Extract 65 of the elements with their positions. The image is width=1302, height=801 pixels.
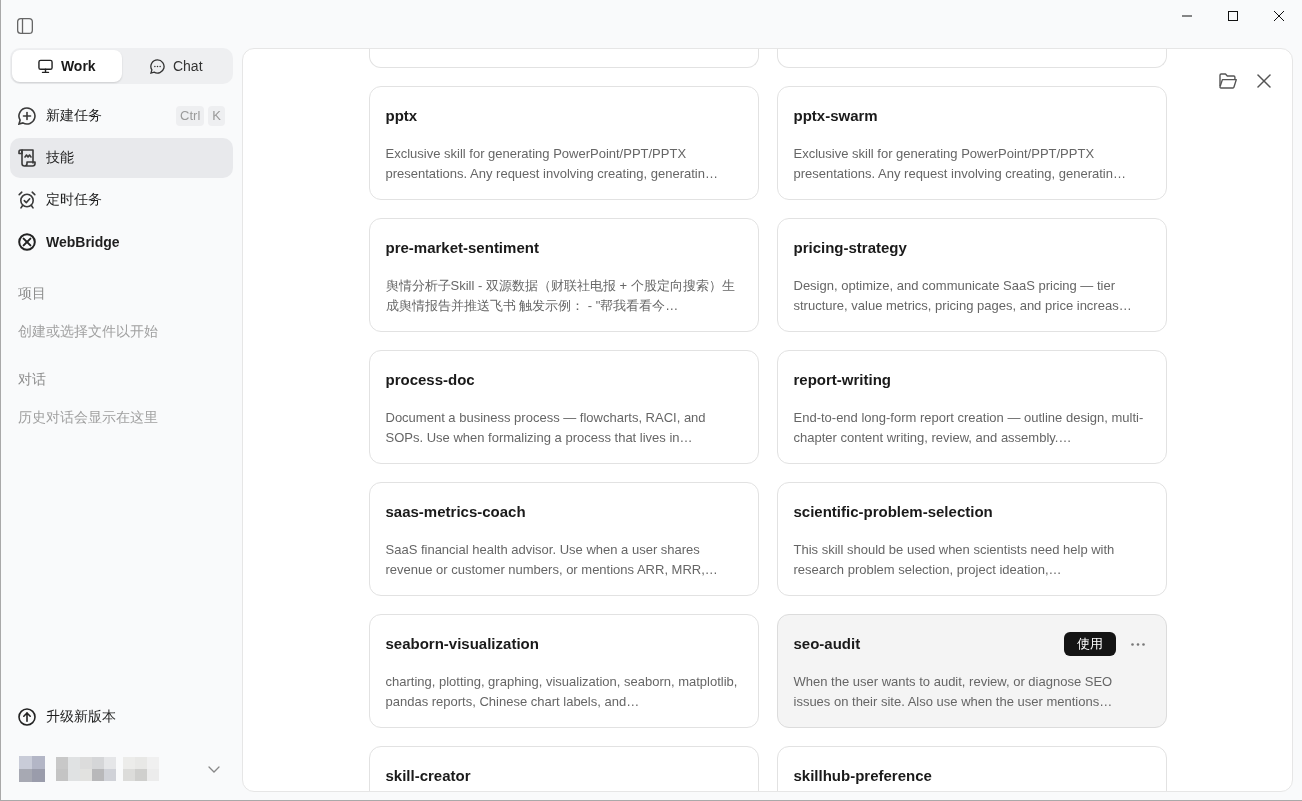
skill-card[interactable]: skill-creator — [368, 746, 759, 791]
skill-card[interactable]: seaborn-visualization charting, plotting, graphing, visualization, seaborn, matplotlib, pandas reports, Chinese chart labels, and… — [368, 614, 759, 728]
upgrade-item[interactable]: 升级新版本 — [10, 697, 233, 737]
skill-title: process-doc — [385, 370, 475, 390]
nav-item[interactable]: 新建任务 Ctrl K — [10, 96, 233, 136]
skill-card[interactable]: report-writing End-to-end long-form report creation — outline design, multi-chapter content writing, review, and assembly.… — [776, 350, 1167, 464]
chevron-down-icon[interactable] — [208, 765, 220, 773]
skill-description: 舆情分析子Skill - 双源数据（财联社电报 + 个股定向搜索）生成舆情报告并推送飞书 触发示例： - "帮我看看今… — [385, 277, 736, 315]
sidebar-toggle-icon[interactable] — [17, 18, 33, 34]
nav-item[interactable]: 技能 — [10, 138, 233, 178]
chat-bubble-icon — [149, 58, 165, 74]
skill-description: Exclusive skill for generating PowerPoint/PPT/PPTX presentations. Any request involving creating, generatin… — [385, 145, 719, 183]
skill-card[interactable]: pricing-strategy Design, optimize, and communicate SaaS pricing — tier structure, value metrics, pricing pages, and price increas… — [776, 218, 1167, 332]
skill-title: skill-creator — [385, 766, 471, 786]
nav-item[interactable]: WebBridge — [10, 222, 233, 262]
skill-title: scientific-problem-selection — [793, 502, 993, 522]
maximize-icon[interactable] — [1228, 11, 1238, 21]
skill-description: Exclusive skill for generating PowerPoint/PPT/PPTX presentations. Any request involving creating, generatin… — [793, 145, 1127, 183]
folder-icon[interactable] — [1219, 73, 1237, 89]
skill-description: When the user wants to audit, review, or diagnose SEO issues on their site. Also use when the user mentions… — [793, 673, 1114, 711]
skill-description: This skill should be used when scientists need help with research problem selection, project ideation,… — [793, 541, 1116, 579]
pixelated-name-drawing — [56, 757, 116, 781]
mode-tab[interactable]: Work — [12, 50, 122, 82]
pixelated-badge-drawing — [123, 757, 159, 781]
shortcut-key: Ctrl — [176, 106, 205, 126]
skill-title: report-writing — [793, 370, 891, 390]
skill-card[interactable]: seo-audit 使用 When the user wants to audit, review, or diagnose SEO issues on their site. Also use when the user mentions… — [776, 614, 1167, 728]
more-icon[interactable] — [1130, 642, 1145, 646]
skill-title: pricing-strategy — [793, 238, 907, 258]
shortcut-key: K — [208, 106, 225, 126]
empty-state-text: 创建或选择文件以开始 — [18, 322, 158, 341]
skill-title: saas-metrics-coach — [385, 502, 526, 522]
skill-card[interactable]: skillhub-preference — [776, 746, 1167, 791]
skill-title: seaborn-visualization — [385, 634, 539, 654]
arrow-up-circle-icon — [18, 708, 36, 726]
crossed-circle-icon — [18, 233, 36, 251]
empty-state-text: 历史对话会显示在这里 — [18, 408, 158, 427]
section-heading: 项目 — [18, 284, 46, 303]
skill-card[interactable]: pre-market-sentiment 舆情分析子Skill - 双源数据（财联社电报 + 个股定向搜索）生成舆情报告并推送飞书 触发示例： - "帮我看看今… — [368, 218, 759, 332]
skill-description: End-to-end long-form report creation — outline design, multi-chapter content writing, review, and assembly.… — [793, 409, 1145, 447]
mode-tab[interactable]: Chat — [121, 50, 231, 82]
plus-bubble-icon — [18, 107, 36, 125]
skill-description: SaaS financial health advisor. Use when a user shares revenue or customer numbers, or mentions ARR, MRR,… — [385, 541, 719, 579]
skill-title: pre-market-sentiment — [385, 238, 539, 258]
skill-title: pptx-swarm — [793, 106, 878, 126]
skill-card[interactable]: pptx Exclusive skill for generating PowerPoint/PPT/PPTX presentations. Any request involving creating, generatin… — [368, 86, 759, 200]
skill-title: seo-audit — [793, 634, 861, 654]
skill-description: Design, optimize, and communicate SaaS pricing — tier structure, value metrics, pricing pages, and price increas… — [793, 277, 1133, 315]
nav-item[interactable]: 定时任务 — [10, 180, 233, 220]
pixelated-avatar-drawing — [19, 756, 45, 782]
scroll-icon — [18, 149, 36, 167]
skill-title: skillhub-preference — [793, 766, 932, 786]
section-heading: 对话 — [18, 370, 46, 389]
skill-card[interactable]: saas-metrics-coach SaaS financial health advisor. Use when a user shares revenue or customer numbers, or mentions ARR, MRR,… — [368, 482, 759, 596]
close-icon[interactable] — [1257, 74, 1271, 88]
close-icon[interactable] — [1274, 11, 1284, 21]
alarm-clock-icon — [18, 191, 36, 209]
skill-card[interactable]: scientific-problem-selection This skill should be used when scientists need help with research problem selection, project ideation,… — [776, 482, 1167, 596]
skill-card[interactable]: process-doc Document a business process — flowcharts, RACI, and SOPs. Use when formalizing a process that lives in… — [368, 350, 759, 464]
skill-card[interactable]: pptx-swarm Exclusive skill for generating PowerPoint/PPT/PPTX presentations. Any request involving creating, generatin… — [776, 86, 1167, 200]
skill-description: charting, plotting, graphing, visualization, seaborn, matplotlib, pandas reports, Chinese chart labels, and… — [385, 673, 739, 711]
skill-title: pptx — [385, 106, 418, 126]
monitor-icon — [37, 58, 53, 74]
use-button[interactable]: 使用 — [1063, 632, 1116, 656]
skill-description: Document a business process — flowcharts, RACI, and SOPs. Use when formalizing a process that lives in… — [385, 409, 707, 447]
